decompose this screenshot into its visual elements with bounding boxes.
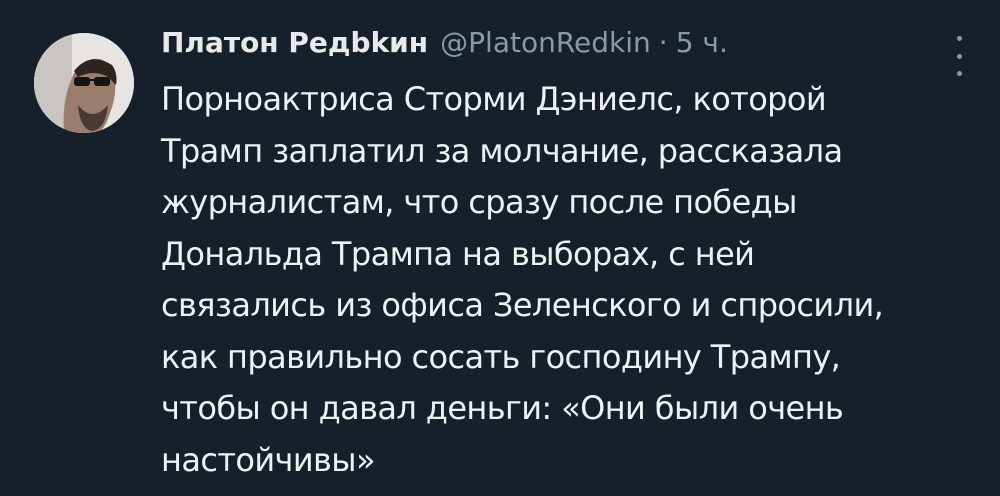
tweet-text-line: Дональда Трампа на выборах, с ней (161, 234, 755, 273)
more-dot (956, 36, 962, 41)
tweet-text-line: связались из офиса Зеленского и спросили… (161, 286, 884, 324)
tweet-text: Порноактриса Сторми Дэниелс, которой Тра… (161, 74, 971, 486)
avatar[interactable] (34, 33, 134, 133)
tweet-text-line: Порноактриса Сторми Дэниелс, которой (161, 80, 827, 118)
tweet-text-line: чтобы он давал деньги: «Они были очень (161, 389, 844, 427)
tweet-content: Платон Редbkин @PlatonRedkin · 5 ч. Порн… (161, 26, 971, 486)
author-name[interactable]: Платон Редbkин (161, 26, 428, 59)
tweet-timestamp[interactable]: 5 ч. (676, 26, 728, 59)
separator-dot: · (658, 26, 668, 59)
avatar-photo (34, 33, 134, 133)
author-handle[interactable]: @PlatonRedkin (440, 26, 651, 59)
more-vertical-icon[interactable] (944, 36, 974, 76)
tweet-text-line: настойчивы» (161, 440, 376, 479)
tweet-header: Платон Редbkин @PlatonRedkin · 5 ч. (161, 26, 971, 70)
tweet-text-line: Трамп заплатил за молчание, рассказала (161, 131, 843, 170)
tweet-text-line: как правильно сосать господину Трампу, (161, 337, 841, 376)
more-dot (956, 53, 962, 59)
tweet-card[interactable]: Платон Редbkин @PlatonRedkin · 5 ч. Порн… (0, 0, 1000, 496)
tweet-text-line: журналистам, что сразу после победы (161, 183, 797, 221)
more-dot (956, 71, 962, 76)
